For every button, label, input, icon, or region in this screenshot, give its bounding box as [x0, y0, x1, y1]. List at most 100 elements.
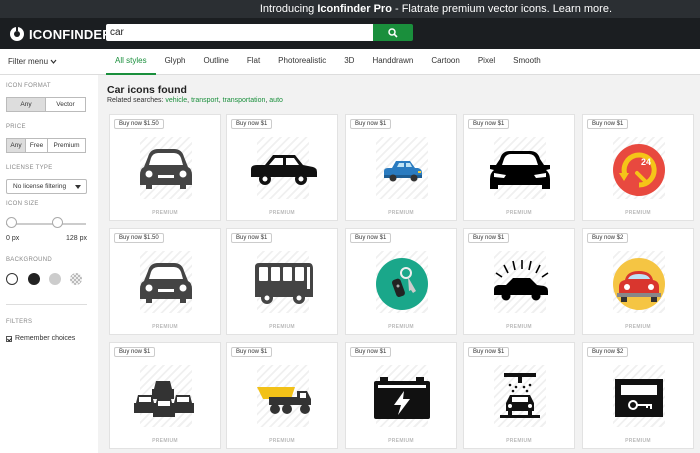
- tab-cartoon[interactable]: Cartoon: [422, 49, 468, 75]
- buy-button[interactable]: Buy now $1: [468, 347, 510, 357]
- tab-all-styles[interactable]: All styles: [106, 49, 156, 75]
- premium-label: PREMIUM: [269, 324, 295, 330]
- buy-button[interactable]: Buy now $1.50: [114, 119, 164, 129]
- buy-button[interactable]: Buy now $1: [350, 347, 392, 357]
- search-button[interactable]: [373, 24, 413, 41]
- price-free-button[interactable]: Free: [26, 138, 48, 153]
- license-type-label: LICENSE TYPE: [6, 165, 53, 171]
- related-link[interactable]: transport: [191, 97, 219, 104]
- tab-photorealistic[interactable]: Photorealistic: [269, 49, 335, 75]
- premium-label: PREMIUM: [152, 210, 178, 216]
- background-label: BACKGROUND: [6, 257, 53, 263]
- tab-glyph[interactable]: Glyph: [156, 49, 195, 75]
- buy-button[interactable]: Buy now $1: [231, 347, 273, 357]
- price-premium-button[interactable]: Premium: [48, 138, 86, 153]
- buy-button[interactable]: Buy now $1: [350, 119, 392, 129]
- icon-card[interactable]: Buy now $1 24 PREMIUM: [582, 114, 694, 221]
- size-max-value: 128 px: [66, 235, 88, 242]
- related-link[interactable]: vehicle: [165, 97, 187, 104]
- tab-smooth[interactable]: Smooth: [504, 49, 550, 75]
- logo[interactable]: ICONFINDER: [9, 26, 112, 42]
- premium-label: PREMIUM: [506, 438, 532, 444]
- icon-card[interactable]: Buy now $1 PREMIUM: [226, 342, 338, 449]
- tab-3d[interactable]: 3D: [335, 49, 363, 75]
- format-any-button[interactable]: Any: [6, 97, 46, 112]
- car-keys-icon: [376, 258, 428, 310]
- icon-card[interactable]: Buy now $1 PREMIUM: [463, 114, 575, 221]
- premium-label: PREMIUM: [506, 210, 532, 216]
- bg-black-swatch[interactable]: [28, 273, 40, 285]
- svg-text:24: 24: [641, 157, 651, 167]
- icon-card[interactable]: Buy now $1 PREMIUM: [226, 228, 338, 335]
- premium-label: PREMIUM: [625, 324, 651, 330]
- premium-label: PREMIUM: [152, 438, 178, 444]
- remember-label: Remember choices: [15, 335, 76, 342]
- search-input[interactable]: car: [106, 24, 373, 41]
- license-select[interactable]: No license filtering: [6, 179, 87, 194]
- icon-card[interactable]: Buy now $1 PREMIUM: [345, 228, 457, 335]
- icon-card[interactable]: Buy now $1 PREMIUM: [345, 114, 457, 221]
- premium-label: PREMIUM: [388, 324, 414, 330]
- remember-checkbox[interactable]: [6, 335, 12, 342]
- tab-flat[interactable]: Flat: [238, 49, 269, 75]
- price-group: Any Free Premium: [6, 138, 86, 153]
- icon-card[interactable]: Buy now $1.50 PREMIUM: [109, 114, 221, 221]
- buy-button[interactable]: Buy now $1.50: [114, 233, 164, 243]
- car-front-icon: [140, 149, 192, 189]
- buy-button[interactable]: Buy now $1: [231, 233, 273, 243]
- related-link[interactable]: auto: [269, 97, 283, 104]
- slider-min-handle[interactable]: [6, 217, 17, 228]
- icon-card[interactable]: Buy now $1.50 PREMIUM: [109, 228, 221, 335]
- tab-handdrawn[interactable]: Handdrawn: [363, 49, 422, 75]
- related-link[interactable]: transportation: [223, 97, 266, 104]
- results-area: Car icons found Related searches: vehicl…: [98, 75, 700, 453]
- caret-down-icon: [75, 185, 81, 189]
- icon-size-label: ICON SIZE: [6, 201, 39, 207]
- icon-card[interactable]: Buy now $1 PREMIUM: [463, 342, 575, 449]
- icon-card[interactable]: Buy now $2 PREMIUM: [582, 228, 694, 335]
- buy-button[interactable]: Buy now $2: [587, 233, 629, 243]
- bg-gray-swatch[interactable]: [49, 273, 61, 285]
- format-vector-button[interactable]: Vector: [46, 97, 86, 112]
- car-front-black-icon: [490, 151, 550, 189]
- filter-menu-toggle[interactable]: Filter menu: [8, 57, 57, 66]
- icon-card[interactable]: Buy now $1 PREMIUM: [463, 228, 575, 335]
- buy-button[interactable]: Buy now $2: [587, 347, 629, 357]
- promo-suffix: - Flatrate premium vector icons. Learn m…: [391, 3, 612, 15]
- buy-button[interactable]: Buy now $1: [114, 347, 156, 357]
- car-service-24-icon: 24: [613, 144, 665, 196]
- buy-button[interactable]: Buy now $1: [587, 119, 629, 129]
- buy-button[interactable]: Buy now $1: [231, 119, 273, 129]
- promo-banner[interactable]: Introducing Iconfinder Pro - Flatrate pr…: [0, 0, 700, 18]
- filter-menu-label: Filter menu: [8, 57, 49, 66]
- tab-pixel[interactable]: Pixel: [469, 49, 504, 75]
- slider-max-handle[interactable]: [52, 217, 63, 228]
- remember-choices[interactable]: Remember choices: [6, 335, 75, 342]
- logo-icon: [10, 27, 24, 41]
- icon-format-label: ICON FORMAT: [6, 83, 51, 89]
- logo-text: ICONFINDER: [29, 26, 112, 42]
- car-front-icon: [140, 263, 192, 303]
- icon-card[interactable]: Buy now $1 PREMIUM: [109, 342, 221, 449]
- buy-button[interactable]: Buy now $1: [468, 233, 510, 243]
- bg-transparent-swatch[interactable]: [70, 273, 82, 285]
- premium-label: PREMIUM: [388, 210, 414, 216]
- icon-size-slider-track[interactable]: [6, 223, 86, 225]
- price-any-button[interactable]: Any: [6, 138, 26, 153]
- bg-white-swatch[interactable]: [6, 273, 18, 285]
- premium-label: PREMIUM: [388, 438, 414, 444]
- filters-label: FILTERS: [6, 319, 33, 325]
- icon-card[interactable]: Buy now $2 PREMIUM: [582, 342, 694, 449]
- premium-label: PREMIUM: [625, 438, 651, 444]
- icon-card[interactable]: Buy now $1 PREMIUM: [226, 114, 338, 221]
- icon-card[interactable]: Buy now $1 PREMIUM: [345, 342, 457, 449]
- search-icon: [388, 27, 398, 38]
- buy-button[interactable]: Buy now $1: [350, 233, 392, 243]
- premium-label: PREMIUM: [269, 438, 295, 444]
- price-label: PRICE: [6, 124, 26, 130]
- tab-outline[interactable]: Outline: [194, 49, 237, 75]
- buy-button[interactable]: Buy now $1: [468, 119, 510, 129]
- car-wash-icon: [500, 373, 540, 418]
- chevron-down-icon: [50, 59, 57, 64]
- top-navbar: ICONFINDER car: [0, 18, 700, 49]
